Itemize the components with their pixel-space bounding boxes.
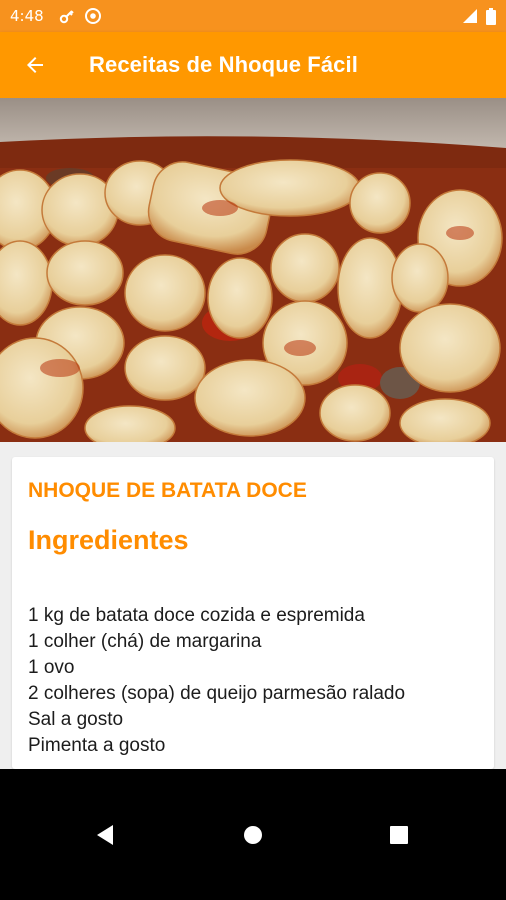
system-nav-bar bbox=[0, 769, 506, 900]
data-saver-icon bbox=[84, 7, 102, 25]
signal-icon bbox=[462, 8, 478, 24]
key-icon bbox=[58, 7, 76, 25]
battery-icon bbox=[486, 7, 496, 25]
status-time: 4:48 bbox=[10, 7, 44, 25]
nav-back-button[interactable] bbox=[80, 769, 130, 900]
page-title: Receitas de Nhoque Fácil bbox=[89, 52, 358, 77]
ingredient-item: 1 ovo bbox=[28, 657, 75, 678]
ingredient-item: Sal a gosto bbox=[28, 709, 124, 730]
ingredient-item: 2 colheres (sopa) de queijo parmesão ral… bbox=[28, 683, 406, 704]
status-bar: 4:48 bbox=[0, 0, 506, 32]
home-circle-icon bbox=[243, 825, 263, 845]
recents-square-icon bbox=[390, 825, 408, 844]
arrow-back-icon bbox=[23, 53, 47, 77]
recipe-title: NHOQUE DE BATATA DOCE bbox=[28, 479, 307, 502]
ingredient-item: 1 kg de batata doce cozida e espremida bbox=[28, 605, 365, 626]
section-title-ingredients: Ingredientes bbox=[28, 525, 189, 555]
ingredient-list: 1 kg de batata doce cozida e espremida 1… bbox=[28, 603, 405, 759]
ingredient-item: Pimenta a gosto bbox=[28, 735, 166, 756]
recipe-card: NHOQUE DE BATATA DOCE Ingredientes 1 kg … bbox=[12, 457, 494, 769]
ingredient-item: 1 colher (chá) de margarina bbox=[28, 631, 262, 652]
nav-recents-button[interactable] bbox=[374, 769, 424, 900]
back-triangle-icon bbox=[95, 824, 115, 846]
app-bar: Receitas de Nhoque Fácil bbox=[0, 32, 506, 98]
back-button[interactable] bbox=[11, 41, 59, 89]
recipe-image bbox=[0, 98, 506, 442]
nav-home-button[interactable] bbox=[228, 769, 278, 900]
